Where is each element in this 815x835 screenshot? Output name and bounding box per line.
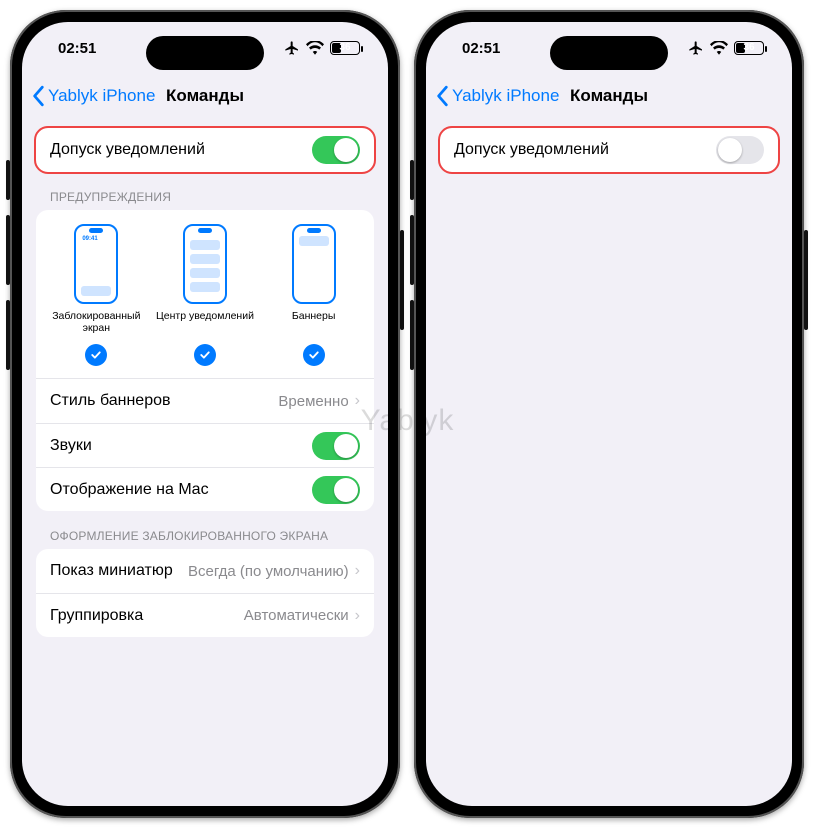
banners-check[interactable] [303,344,325,366]
volume-down [6,300,10,370]
mute-switch [410,160,414,200]
mute-switch [6,160,10,200]
sounds-toggle[interactable] [312,432,360,460]
show-on-mac-label: Отображение на Mac [50,481,209,499]
show-previews-row[interactable]: Показ миниатюр Всегда (по умолчанию) › [36,549,374,593]
alerts-preview-row: 09:41 Заблокированный экран Центр уведом… [36,210,374,340]
nav-title: Команды [166,86,244,106]
alert-label: Заблокированный экран [43,310,151,336]
status-time: 02:51 [58,40,96,57]
grouping-row[interactable]: Группировка Автоматически › [36,593,374,637]
chevron-left-icon [436,85,450,107]
chevron-left-icon [32,85,46,107]
alert-label: Центр уведомлений [151,310,259,336]
allow-notifications-label: Допуск уведомлений [50,141,205,159]
battery-percent: 36 [331,42,359,54]
nav-bar: Yablyk iPhone Команды [22,74,388,118]
allow-notifications-toggle[interactable] [716,136,764,164]
wifi-icon [306,41,324,55]
dynamic-island [550,36,668,70]
alert-label: Баннеры [260,310,368,336]
sounds-label: Звуки [50,437,92,455]
volume-down [410,300,414,370]
allow-notifications-row: Допуск уведомлений [36,128,374,172]
chevron-right-icon: › [355,392,360,410]
allow-notifications-toggle[interactable] [312,136,360,164]
phone-mockup-right: 02:51 36 Yablyk iPhone Команды До [414,10,804,818]
allow-notifications-row: Допуск уведомлений [440,128,778,172]
status-time: 02:51 [462,40,500,57]
lockscreen-check[interactable] [85,344,107,366]
lockscreen-preview-icon: 09:41 [74,224,118,304]
sounds-row: Звуки [36,423,374,467]
power-button [400,230,404,330]
center-check[interactable] [194,344,216,366]
nav-title: Команды [570,86,648,106]
banner-style-label: Стиль баннеров [50,392,171,410]
battery-percent: 36 [735,42,763,54]
airplane-icon [688,40,704,56]
airplane-icon [284,40,300,56]
show-on-mac-row: Отображение на Mac [36,467,374,511]
battery-icon: 36 [330,41,360,55]
volume-up [6,215,10,285]
show-previews-value: Всегда (по умолчанию) [188,563,349,580]
dynamic-island [146,36,264,70]
chevron-right-icon: › [355,607,360,625]
lockscreen-appearance-header: ОФОРМЛЕНИЕ ЗАБЛОКИРОВАННОГО ЭКРАНА [36,511,374,549]
volume-up [410,215,414,285]
show-on-mac-toggle[interactable] [312,476,360,504]
phone-mockup-left: 02:51 36 Yablyk iPhone Команды [10,10,400,818]
back-button[interactable]: Yablyk iPhone [32,85,155,107]
banner-style-row[interactable]: Стиль баннеров Временно › [36,379,374,423]
wifi-icon [710,41,728,55]
banner-preview-icon [292,224,336,304]
back-button[interactable]: Yablyk iPhone [436,85,559,107]
notification-center-preview-icon [183,224,227,304]
nav-bar: Yablyk iPhone Команды [426,74,792,118]
back-label: Yablyk iPhone [452,86,559,106]
chevron-right-icon: › [355,562,360,580]
back-label: Yablyk iPhone [48,86,155,106]
alert-option-lockscreen[interactable]: 09:41 Заблокированный экран [43,224,151,336]
battery-icon: 36 [734,41,764,55]
grouping-value: Автоматически [244,607,349,624]
banner-style-value: Временно [278,393,348,410]
power-button [804,230,808,330]
show-previews-label: Показ миниатюр [50,562,173,580]
alert-option-center[interactable]: Центр уведомлений [151,224,259,336]
alerts-header: ПРЕДУПРЕЖДЕНИЯ [36,172,374,210]
allow-notifications-label: Допуск уведомлений [454,141,609,159]
grouping-label: Группировка [50,607,143,625]
alert-option-banners[interactable]: Баннеры [260,224,368,336]
